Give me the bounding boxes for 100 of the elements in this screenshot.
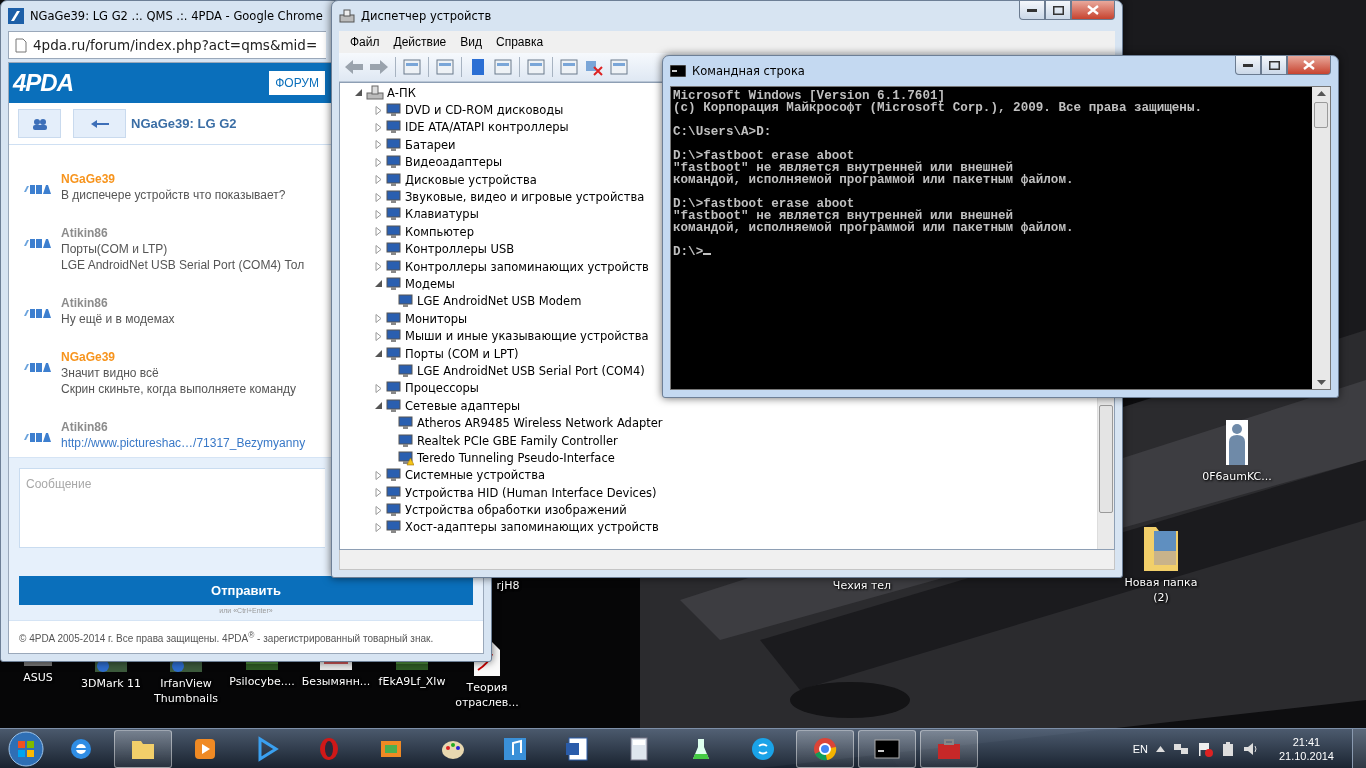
person-silhouette-icon <box>1226 420 1248 465</box>
scroll-down-icon[interactable] <box>1316 380 1326 385</box>
desktop-icon-label[interactable]: Безымянн... <box>301 674 371 689</box>
collapse-arrow-icon[interactable] <box>354 88 363 98</box>
desktop-icon-label[interactable]: rjH8 <box>496 578 520 593</box>
menu-item[interactable]: Справка <box>489 35 551 49</box>
tree-item[interactable]: Видеоадаптеры <box>405 155 503 170</box>
site-logo[interactable]: 4PDA <box>13 69 74 97</box>
tree-item[interactable]: LGE AndroidNet USB Modem <box>417 294 582 309</box>
tree-item[interactable]: Atheros AR9485 Wireless Network Adapter <box>417 416 663 431</box>
show-hidden-icons-icon[interactable] <box>1155 745 1165 752</box>
site-icon <box>8 8 24 24</box>
expand-arrow-icon[interactable] <box>374 522 383 532</box>
taskbar-app-button[interactable] <box>796 729 854 768</box>
collapse-arrow-icon[interactable] <box>374 279 383 289</box>
forward-icon[interactable] <box>368 57 390 77</box>
tree-item[interactable]: Клавиатуры <box>405 207 479 222</box>
close-button[interactable] <box>1287 56 1331 75</box>
tree-item[interactable]: Realtek PCIe GBE Family Controller <box>417 433 618 448</box>
tree-item[interactable]: Teredo Tunneling Pseudo-Interface <box>417 450 615 465</box>
tree-item[interactable]: Модемы <box>405 277 455 291</box>
expand-arrow-icon[interactable] <box>374 470 383 480</box>
device-icon <box>386 484 402 501</box>
console-line: "fastboot" не является внутренней или внешней <box>673 162 1015 174</box>
message-link[interactable]: http://www.pictureshac…/71317_Bezymyanny <box>61 435 306 451</box>
send-button[interactable]: Отправить <box>19 575 473 605</box>
expand-arrow-icon[interactable] <box>374 505 383 515</box>
expand-arrow-icon[interactable] <box>374 262 383 272</box>
desktop-icon-label[interactable]: 0F6aumKC... <box>1202 469 1272 484</box>
back-icon[interactable] <box>343 57 365 77</box>
back-button[interactable] <box>73 109 126 138</box>
close-button[interactable] <box>1071 1 1115 20</box>
tree-item[interactable]: Мониторы <box>405 311 468 326</box>
show-desktop-button[interactable] <box>1352 729 1366 768</box>
tree-item[interactable]: LGE AndroidNet USB Serial Port (COM4) <box>417 363 645 378</box>
tree-item[interactable]: IDE ATA/ATAPI контроллеры <box>405 120 569 135</box>
scrollbar-thumb[interactable] <box>1314 102 1328 128</box>
start-button[interactable] <box>6 729 46 768</box>
tree-item[interactable]: Системные устройства <box>405 468 546 483</box>
tree-item[interactable]: Мыши и иные указывающие устройства <box>405 329 649 344</box>
expand-arrow-icon[interactable] <box>374 488 383 498</box>
tree-item[interactable]: Устройства обработки изображений <box>405 503 627 518</box>
taskbar-app-button[interactable] <box>114 729 172 768</box>
message-author: Atikin86 <box>61 419 109 435</box>
expand-arrow-icon[interactable] <box>374 227 383 237</box>
maximize-button[interactable] <box>1261 56 1287 75</box>
desktop-icon-label[interactable]: Новая папка (2) <box>1121 575 1201 605</box>
tree-item[interactable]: Дисковые устройства <box>405 172 537 187</box>
expand-arrow-icon[interactable] <box>374 244 383 254</box>
flag-alert-icon[interactable] <box>1196 740 1213 757</box>
menu-item[interactable]: Действие <box>386 35 454 49</box>
collapse-arrow-icon[interactable] <box>374 401 383 411</box>
tree-item[interactable]: DVD и CD-ROM дисководы <box>405 103 564 118</box>
battery-icon[interactable] <box>1220 740 1235 757</box>
expand-arrow-icon[interactable] <box>374 209 383 219</box>
scrollbar-thumb[interactable] <box>1099 405 1113 513</box>
volume-icon[interactable] <box>1242 740 1259 757</box>
collapse-arrow-icon[interactable] <box>374 349 383 359</box>
tree-item[interactable]: Порты (COM и LPT) <box>405 346 519 361</box>
desktop-icon-label[interactable]: Теория отраслев... <box>453 680 521 710</box>
language-indicator[interactable]: EN <box>1132 742 1148 755</box>
desktop-icon-label[interactable]: Чехия тел <box>832 578 892 593</box>
desktop-icon-label[interactable]: 3DMark 11 <box>80 676 142 691</box>
tree-item[interactable]: Компьютер <box>405 224 474 239</box>
expand-arrow-icon[interactable] <box>374 331 383 341</box>
tree-item[interactable]: Контроллеры USB <box>405 242 515 257</box>
clock[interactable]: 21:41 21.10.2014 <box>1278 734 1334 763</box>
message-author: NGaGe39 <box>61 349 117 365</box>
minimize-icon <box>1027 8 1037 12</box>
tree-item[interactable]: Батареи <box>405 137 456 152</box>
menu-item[interactable]: Вид <box>453 35 489 49</box>
minimize-button[interactable] <box>1019 1 1045 20</box>
tree-item[interactable]: Звуковые, видео и игровые устройства <box>405 190 645 205</box>
scroll-up-icon[interactable] <box>1316 91 1326 96</box>
desktop-icon-label[interactable]: IrfanView Thumbnails <box>149 676 223 706</box>
expand-arrow-icon[interactable] <box>374 192 383 202</box>
tree-item[interactable]: А-ПК <box>387 85 416 100</box>
desktop-icon-label[interactable]: ASUS <box>23 670 53 685</box>
tree-item[interactable]: Контроллеры запоминающих устройств <box>405 259 649 274</box>
desktop-icon-label[interactable]: fEkA9Lf_Xlw <box>378 674 446 689</box>
tree-item[interactable]: Устройства HID (Human Interface Devices) <box>405 485 657 500</box>
expand-arrow-icon[interactable] <box>374 314 383 324</box>
menu-item[interactable]: Файл <box>343 35 387 49</box>
tree-item[interactable]: Сетевые адаптеры <box>405 398 521 413</box>
taskbar-app-button[interactable] <box>858 729 916 768</box>
expand-arrow-icon[interactable] <box>374 175 383 185</box>
maximize-button[interactable] <box>1045 1 1071 20</box>
message-field[interactable]: Сообщение <box>19 467 325 548</box>
address-bar[interactable]: 4pda.ru/forum/index.php?act=qms&mid= <box>8 31 326 59</box>
contacts-button[interactable] <box>18 109 61 138</box>
tree-item[interactable]: Хост-адаптеры запоминающих устройств <box>405 520 659 535</box>
tree-item[interactable]: Процессоры <box>405 381 479 396</box>
expand-arrow-icon[interactable] <box>374 383 383 393</box>
forum-button[interactable]: ФОРУМ <box>269 71 325 95</box>
expand-arrow-icon[interactable] <box>374 157 383 167</box>
expand-arrow-icon[interactable] <box>374 140 383 150</box>
minimize-button[interactable] <box>1235 56 1261 75</box>
desktop-icon-label[interactable]: Psilocybe.... <box>229 674 295 689</box>
expand-arrow-icon[interactable] <box>374 122 383 132</box>
expand-arrow-icon[interactable] <box>374 105 383 115</box>
